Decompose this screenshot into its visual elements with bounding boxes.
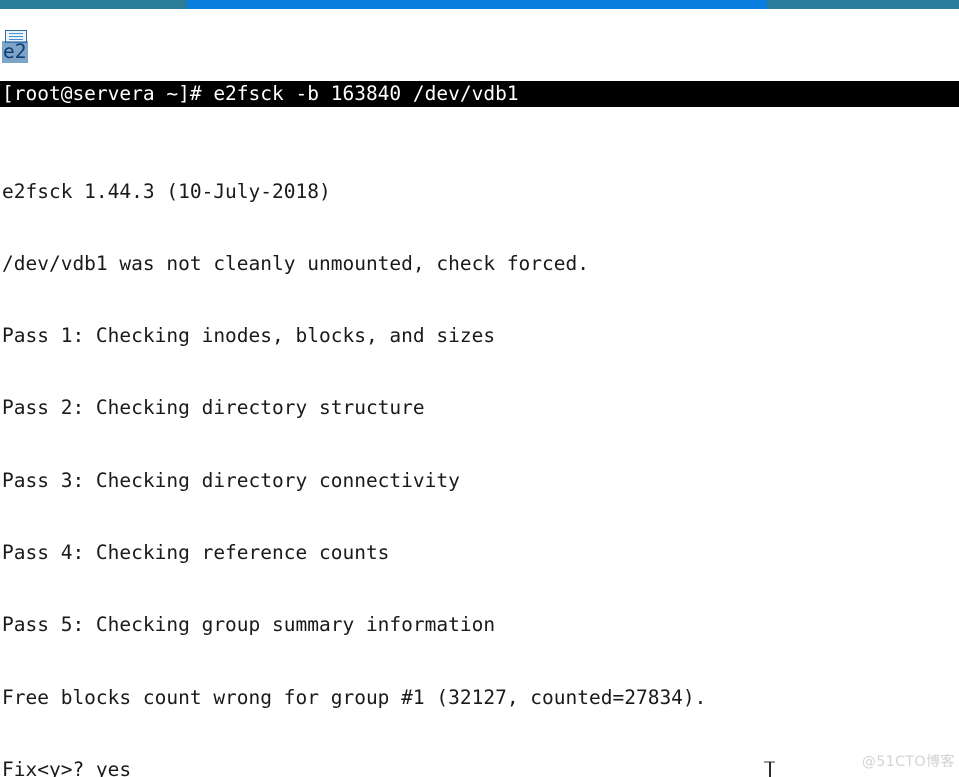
terminal-screenshot: [root@servera ~]# e2fsck -b 163840 /dev/… xyxy=(0,0,959,777)
browser-tab-strip xyxy=(0,0,959,11)
terminal-line: Pass 4: Checking reference counts xyxy=(2,540,390,564)
terminal-line: Pass 2: Checking directory structure xyxy=(2,396,425,420)
terminal-line: /dev/vdb1 was not cleanly unmounted, che… xyxy=(2,251,589,275)
terminal-line: Free blocks count wrong for group #1 (32… xyxy=(2,685,707,709)
terminal-line: Pass 5: Checking group summary informati… xyxy=(2,613,496,637)
terminal-command-line: [root@servera ~]# e2fsck -b 163840 /dev/… xyxy=(0,81,959,108)
terminal-line: Pass 1: Checking inodes, blocks, and siz… xyxy=(2,324,496,348)
terminal-line: e2fsck 1.44.3 (10-July-2018) xyxy=(2,179,331,203)
tab-active[interactable] xyxy=(187,0,767,9)
terminal-line: Pass 3: Checking directory connectivity xyxy=(2,468,460,492)
terminal-output-area[interactable]: [root@servera ~]# e2fsck -b 163840 /dev/… xyxy=(0,9,959,777)
terminal-line: Fix<y>? yes xyxy=(2,757,132,777)
